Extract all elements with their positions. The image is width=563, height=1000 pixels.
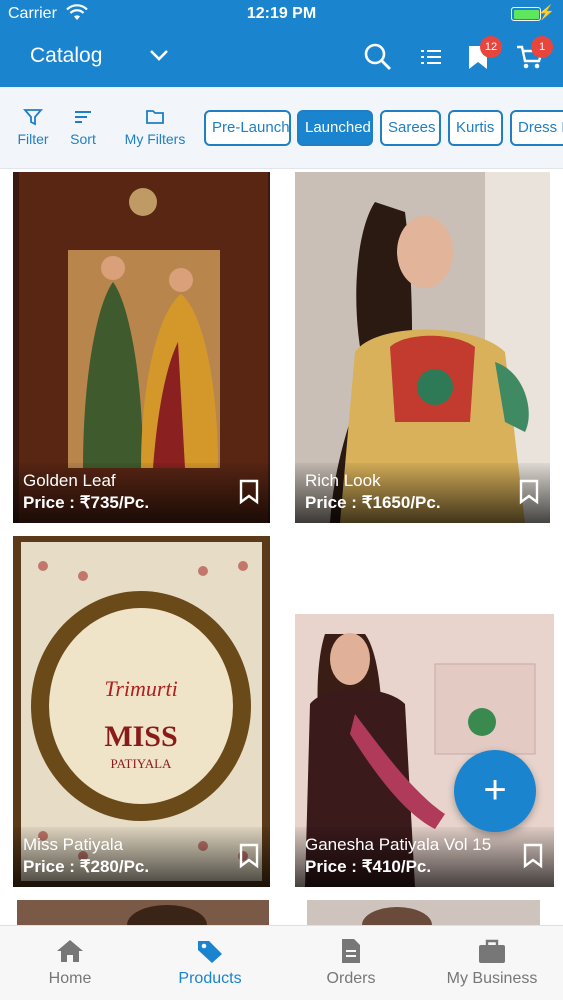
document-icon bbox=[342, 939, 360, 963]
product-image bbox=[307, 900, 540, 925]
page-title[interactable]: Catalog bbox=[30, 44, 102, 68]
product-card[interactable]: Trimurti MISS PATIYALA Miss Patiyala Pri… bbox=[13, 536, 270, 887]
svg-text:Trimurti: Trimurti bbox=[104, 676, 177, 701]
product-name: Rich Look bbox=[305, 471, 381, 490]
product-price: Price : ₹1650/Pc. bbox=[305, 493, 441, 512]
bottom-nav: Home Products Orders My Business bbox=[0, 925, 563, 1000]
sort-button[interactable]: Sort bbox=[66, 107, 100, 147]
app-bar: Catalog 12 1 bbox=[0, 30, 563, 87]
my-filters-button[interactable]: My Filters bbox=[120, 107, 190, 147]
product-card[interactable]: Ganesha Patiyala Vol 15 Price : ₹410/Pc. bbox=[295, 614, 554, 887]
filter-button[interactable]: Filter bbox=[14, 107, 52, 147]
nav-item-home[interactable]: Home bbox=[0, 938, 140, 988]
sort-label: Sort bbox=[70, 131, 96, 147]
nav-item-products[interactable]: Products bbox=[140, 938, 280, 988]
clock: 12:19 PM bbox=[246, 5, 317, 22]
battery-icon bbox=[511, 7, 541, 21]
product-info: Miss Patiyala Price : ₹280/Pc. bbox=[13, 827, 270, 887]
funnel-icon bbox=[23, 109, 43, 126]
folder-icon bbox=[146, 110, 164, 124]
nav-label-my-business: My Business bbox=[446, 970, 538, 987]
product-card[interactable]: Rich Look Price : ₹1650/Pc. bbox=[295, 172, 550, 523]
home-icon bbox=[57, 940, 83, 962]
list-view-icon[interactable] bbox=[417, 42, 447, 72]
nav-label-home: Home bbox=[48, 970, 92, 987]
product-card[interactable] bbox=[307, 900, 540, 925]
cart-button[interactable]: 1 bbox=[515, 36, 553, 72]
search-icon[interactable] bbox=[363, 42, 393, 72]
charging-icon: ⚡ bbox=[537, 4, 555, 20]
chevron-down-icon[interactable] bbox=[148, 44, 170, 66]
bookmark-icon[interactable] bbox=[238, 479, 260, 505]
chip-pre-launch[interactable]: Pre-Launch bbox=[204, 110, 291, 146]
chip-dress-materials[interactable]: Dress M bbox=[510, 110, 563, 146]
svg-text:PATIYALA: PATIYALA bbox=[111, 756, 173, 771]
filter-bar: Filter Sort My Filters Pre-Launch Launch… bbox=[0, 87, 563, 169]
bookmark-icon[interactable] bbox=[238, 843, 260, 869]
nav-label-orders: Orders bbox=[326, 970, 376, 987]
product-price: Price : ₹410/Pc. bbox=[305, 857, 432, 876]
product-name: Miss Patiyala bbox=[23, 835, 124, 854]
sort-icon bbox=[75, 111, 91, 123]
product-info: Rich Look Price : ₹1650/Pc. bbox=[295, 463, 550, 523]
product-image bbox=[17, 900, 269, 925]
nav-label-products: Products bbox=[178, 970, 242, 987]
product-price: Price : ₹735/Pc. bbox=[23, 493, 150, 512]
nav-item-orders[interactable]: Orders bbox=[281, 938, 421, 988]
chip-kurtis[interactable]: Kurtis bbox=[448, 110, 503, 146]
top-bar: Carrier 12:19 PM ⚡ Catalog 12 1 bbox=[0, 0, 563, 87]
tag-icon bbox=[198, 941, 222, 963]
wishlist-badge: 12 bbox=[480, 36, 502, 58]
status-bar: Carrier 12:19 PM ⚡ bbox=[0, 0, 563, 30]
bookmark-icon[interactable] bbox=[522, 843, 544, 869]
product-name: Golden Leaf bbox=[23, 471, 116, 490]
cart-badge: 1 bbox=[531, 36, 553, 58]
product-card[interactable] bbox=[17, 900, 269, 925]
briefcase-icon bbox=[479, 939, 505, 963]
svg-text:MISS: MISS bbox=[104, 720, 177, 753]
product-info: Golden Leaf Price : ₹735/Pc. bbox=[13, 463, 270, 523]
nav-item-my-business[interactable]: My Business bbox=[422, 938, 562, 988]
product-info: Ganesha Patiyala Vol 15 Price : ₹410/Pc. bbox=[295, 827, 554, 887]
product-name: Ganesha Patiyala Vol 15 bbox=[305, 835, 492, 854]
my-filters-label: My Filters bbox=[124, 131, 186, 147]
add-button[interactable]: + bbox=[454, 750, 536, 832]
chip-launched[interactable]: Launched bbox=[297, 110, 373, 146]
wishlist-button[interactable]: 12 bbox=[464, 36, 502, 72]
product-card[interactable]: Golden Leaf Price : ₹735/Pc. bbox=[13, 172, 270, 523]
filter-label: Filter bbox=[17, 131, 49, 147]
product-price: Price : ₹280/Pc. bbox=[23, 857, 150, 876]
chip-sarees[interactable]: Sarees bbox=[380, 110, 441, 146]
bookmark-icon[interactable] bbox=[518, 479, 540, 505]
